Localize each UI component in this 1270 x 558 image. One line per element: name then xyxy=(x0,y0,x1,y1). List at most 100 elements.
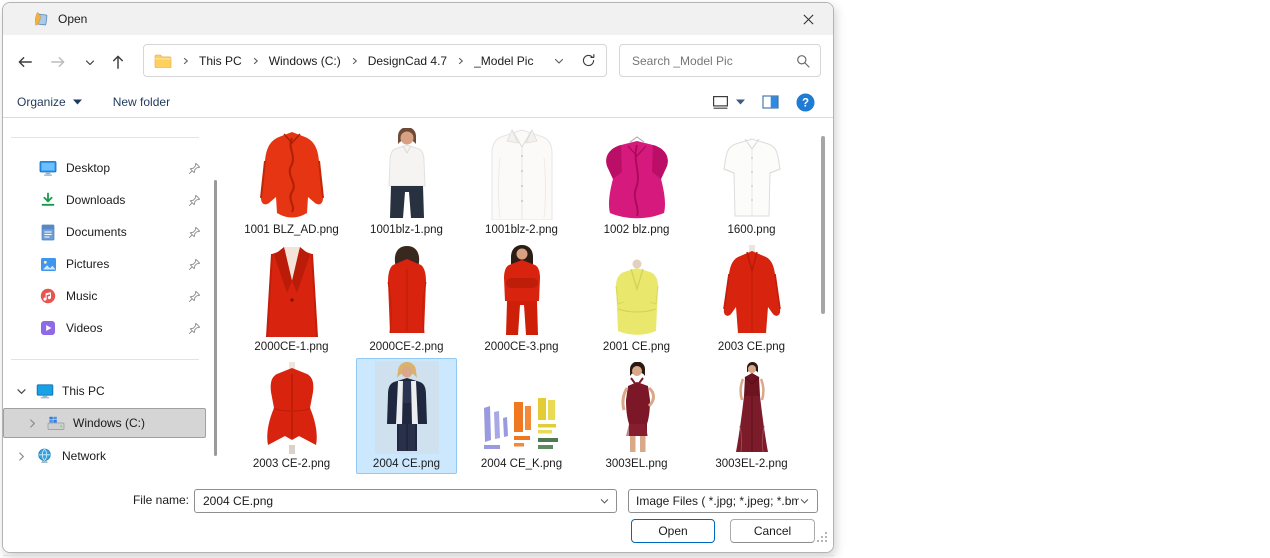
sidebar-scrollbar[interactable] xyxy=(214,180,217,456)
address-bar[interactable]: This PC Windows (C:) DesignCad 4.7 _Mode… xyxy=(143,44,607,77)
forward-button[interactable] xyxy=(49,53,67,71)
chevron-down-icon[interactable] xyxy=(15,386,27,397)
file-item[interactable]: 2003 CE-2.png xyxy=(241,358,342,474)
file-name: 2000CE-2.png xyxy=(369,340,443,355)
sidebar-item-label: This PC xyxy=(62,384,105,398)
file-name: 1600.png xyxy=(728,223,776,238)
dialog-body: Desktop Downloads Documents Pictures xyxy=(3,119,833,481)
file-name: 1001blz-1.png xyxy=(370,223,443,238)
breadcrumb-item[interactable]: Windows (C:) xyxy=(265,54,345,68)
open-button[interactable]: Open xyxy=(631,519,715,543)
views-icon xyxy=(712,95,729,110)
file-name-dropdown-chevron-icon[interactable] xyxy=(599,496,610,507)
chevron-right-icon[interactable] xyxy=(15,451,27,462)
sidebar-divider xyxy=(11,137,199,138)
address-dropdown-chevron-icon xyxy=(553,55,565,67)
back-button[interactable] xyxy=(16,53,34,71)
file-name: 3003EL-2.png xyxy=(715,457,787,472)
chevron-right-icon xyxy=(251,56,260,66)
white-shirt-thumbnail xyxy=(486,128,558,220)
file-item[interactable]: 3003EL-2.png xyxy=(701,358,802,474)
file-item[interactable]: 2003 CE.png xyxy=(701,241,802,357)
close-button[interactable] xyxy=(793,9,823,30)
pink-blouse-thumbnail xyxy=(592,136,682,220)
file-list-scrollbar[interactable] xyxy=(821,136,825,314)
chevron-right-icon[interactable] xyxy=(26,418,38,429)
file-item[interactable]: 1600.png xyxy=(701,124,802,240)
dialog-footer: File name: Image Files ( *.jpg; *.jpeg; … xyxy=(3,481,833,552)
search-box[interactable] xyxy=(619,44,821,77)
maroon-dress-model-thumbnail xyxy=(610,362,664,454)
file-item[interactable]: 2000CE-3.png xyxy=(471,241,572,357)
sidebar-item-videos[interactable]: Videos xyxy=(3,312,207,344)
desktop-icon xyxy=(39,160,57,176)
address-dropdown-button[interactable] xyxy=(553,55,565,67)
navigation-pane: Desktop Downloads Documents Pictures xyxy=(3,119,231,481)
cancel-button[interactable]: Cancel xyxy=(730,519,815,543)
new-folder-button[interactable]: New folder xyxy=(113,95,170,109)
organize-button[interactable]: Organize xyxy=(17,95,82,109)
documents-icon xyxy=(39,224,57,241)
up-button[interactable] xyxy=(109,53,127,71)
preview-pane-button[interactable] xyxy=(762,95,779,109)
sidebar-item-windows-c[interactable]: Windows (C:) xyxy=(3,408,206,438)
sidebar-item-this-pc[interactable]: This PC xyxy=(3,375,207,407)
sidebar-item-pictures[interactable]: Pictures xyxy=(3,248,207,280)
breadcrumb-item[interactable]: DesignCad 4.7 xyxy=(364,54,451,68)
file-name: 2004 CE.png xyxy=(373,457,440,472)
file-item[interactable]: 1001blz-2.png xyxy=(471,124,572,240)
pin-icon[interactable] xyxy=(188,322,201,335)
refresh-button[interactable] xyxy=(581,53,596,68)
file-item[interactable]: 1002 blz.png xyxy=(586,124,687,240)
sidebar-item-label: Pictures xyxy=(66,257,109,271)
preview-pane-icon xyxy=(762,95,779,109)
search-icon xyxy=(796,54,810,68)
pin-icon[interactable] xyxy=(188,162,201,175)
breadcrumb-item[interactable]: _Model Pic xyxy=(470,54,537,68)
resize-grip[interactable] xyxy=(816,530,828,548)
recent-locations-button[interactable] xyxy=(84,57,96,69)
search-input[interactable] xyxy=(630,53,796,69)
file-grid: 1001 BLZ_AD.png 1001blz-1.png 1001blz-2.… xyxy=(241,124,802,474)
sidebar-item-network[interactable]: Network xyxy=(3,440,207,472)
open-dialog: Open xyxy=(2,2,834,553)
file-name-label: File name: xyxy=(123,493,189,507)
pin-icon[interactable] xyxy=(188,290,201,303)
sidebar-divider xyxy=(11,359,199,360)
pin-icon[interactable] xyxy=(188,194,201,207)
views-button[interactable] xyxy=(712,95,745,110)
window-title: Open xyxy=(58,12,87,26)
file-item[interactable]: 3003EL.png xyxy=(586,358,687,474)
file-item-selected[interactable]: 2004 CE.png xyxy=(356,358,457,474)
sidebar-item-downloads[interactable]: Downloads xyxy=(3,184,207,216)
sidebar-item-desktop[interactable]: Desktop xyxy=(3,152,207,184)
breadcrumb-item[interactable]: This PC xyxy=(195,54,246,68)
file-item[interactable]: 2004 CE_K.png xyxy=(471,358,572,474)
pictures-icon xyxy=(39,257,57,272)
yellow-jacket-thumbnail xyxy=(605,259,669,337)
file-type-select[interactable]: Image Files ( *.jpg; *.jpeg; *.bm xyxy=(628,489,818,513)
file-item[interactable]: 1001 BLZ_AD.png xyxy=(241,124,342,240)
up-icon xyxy=(109,53,127,71)
sidebar-item-documents[interactable]: Documents xyxy=(3,216,207,248)
sidebar-item-label: Windows (C:) xyxy=(73,416,145,430)
file-item[interactable]: 2001 CE.png xyxy=(586,241,687,357)
file-item[interactable]: 2000CE-1.png xyxy=(241,241,342,357)
help-button[interactable]: ? xyxy=(796,93,815,112)
pin-icon[interactable] xyxy=(188,258,201,271)
file-list-pane: 1001 BLZ_AD.png 1001blz-1.png 1001blz-2.… xyxy=(231,119,833,481)
red-blazer-closeup-thumbnail xyxy=(262,245,322,337)
back-arrow-icon xyxy=(16,53,34,71)
chevron-right-icon xyxy=(350,56,359,66)
red-suit-model-thumbnail xyxy=(494,245,550,337)
pin-icon[interactable] xyxy=(188,226,201,239)
music-icon xyxy=(39,288,57,304)
downloads-icon xyxy=(39,192,57,208)
file-item[interactable]: 1001blz-1.png xyxy=(356,124,457,240)
screen: Open xyxy=(0,0,1270,558)
file-item[interactable]: 2000CE-2.png xyxy=(356,241,457,357)
white-short-sleeve-shirt-thumbnail xyxy=(720,136,784,220)
sidebar-item-music[interactable]: Music xyxy=(3,280,207,312)
file-name-input[interactable] xyxy=(194,489,617,513)
organize-label: Organize xyxy=(17,95,66,109)
